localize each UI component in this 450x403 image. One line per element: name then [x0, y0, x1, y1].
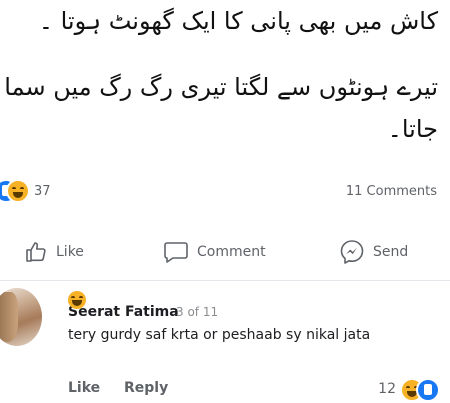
- comment-reactions[interactable]: 12: [378, 378, 440, 402]
- post-actions: Like Comment Send: [0, 232, 450, 272]
- messenger-icon: [340, 240, 364, 264]
- comment-text: tery gurdy saf krta or peshaab sy nikal …: [68, 327, 371, 343]
- comment-like-button[interactable]: Like: [68, 380, 100, 396]
- reaction-icons: [0, 178, 30, 204]
- comment-button[interactable]: Comment: [163, 240, 266, 264]
- commenter-name[interactable]: Seerat Fatima: [68, 304, 179, 320]
- comment-item: Seerat Fatima 3 of 11 tery gurdy saf krt…: [0, 288, 450, 403]
- reaction-summary[interactable]: 37 11 Comments: [0, 174, 450, 208]
- like-button[interactable]: Like: [24, 240, 84, 264]
- comment-actions: Like Reply 12: [0, 378, 450, 402]
- post-line: جاتا۔: [387, 115, 438, 143]
- send-button[interactable]: Send: [339, 239, 408, 265]
- comment-bubble[interactable]: Seerat Fatima 3 of 11 tery gurdy saf krt…: [56, 290, 440, 368]
- send-label: Send: [373, 244, 409, 260]
- comment-reaction-count: 12: [378, 381, 396, 397]
- divider: [0, 280, 450, 281]
- post-body: کاش میں بھی پانی کا ایک گھونٹ ہوتا ۔ تیر…: [0, 0, 438, 150]
- comment-label: Comment: [197, 244, 266, 260]
- post-line: تیرے ہونٹوں سے لگتا تیری رگ رگ میں سما: [4, 73, 438, 101]
- reaction-count[interactable]: 37: [34, 184, 51, 199]
- haha-icon: [68, 291, 86, 309]
- comments-count[interactable]: 11 Comments: [346, 184, 437, 199]
- post-line: کاش میں بھی پانی کا ایک گھونٹ ہوتا ۔: [38, 7, 438, 35]
- comment-index: 3 of 11: [176, 305, 219, 319]
- comment-reply-button[interactable]: Reply: [124, 380, 168, 396]
- like-icon: [416, 378, 440, 402]
- thumbs-up-icon: [26, 242, 46, 262]
- like-label: Like: [56, 244, 84, 260]
- avatar[interactable]: [0, 288, 42, 346]
- comment-icon: [164, 242, 188, 263]
- haha-icon: [6, 179, 30, 203]
- post-screen: کاش میں بھی پانی کا ایک گھونٹ ہوتا ۔ تیر…: [0, 0, 450, 403]
